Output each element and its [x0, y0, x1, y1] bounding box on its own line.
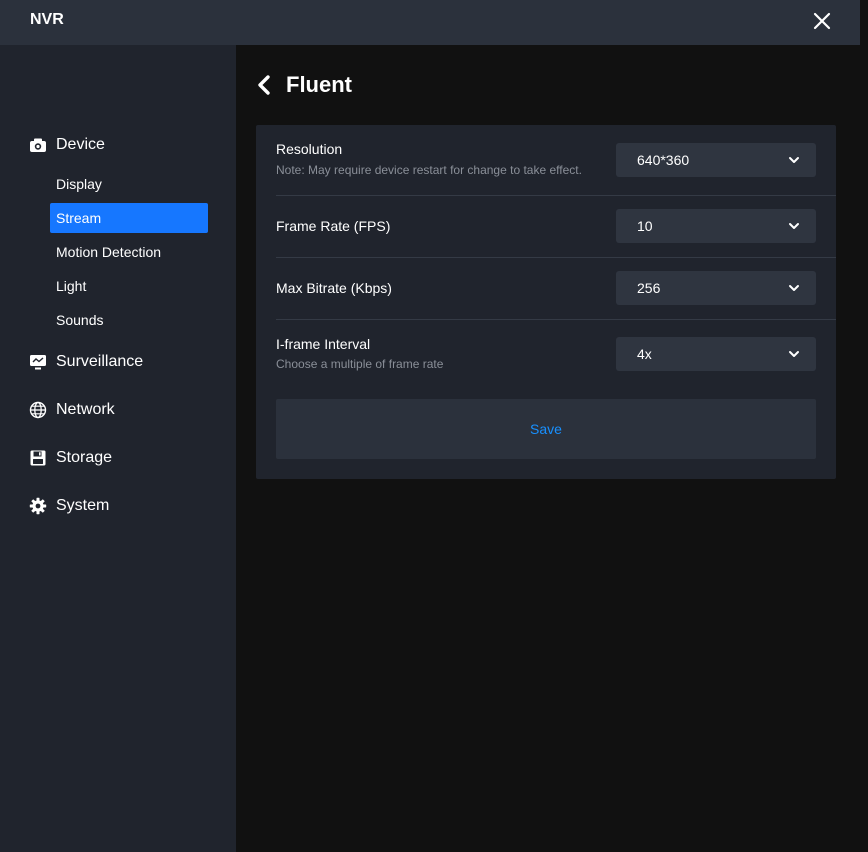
- chevron-down-icon: [789, 285, 799, 291]
- chevron-down-icon: [789, 223, 799, 229]
- sidebar-item-motion-detection[interactable]: Motion Detection: [50, 237, 208, 267]
- app-window: NVR Device Display Stream Motion Detecti…: [0, 0, 868, 852]
- sidebar-item-display[interactable]: Display: [50, 169, 208, 199]
- save-button[interactable]: Save: [276, 399, 816, 459]
- select-value: 256: [637, 280, 661, 296]
- title-bar: NVR: [0, 0, 860, 45]
- setting-note: Note: May require device restart for cha…: [276, 163, 582, 177]
- setting-row-iframe-interval: I-frame Interval Choose a multiple of fr…: [256, 320, 836, 390]
- setting-note: Choose a multiple of frame rate: [276, 357, 444, 371]
- select-value: 4x: [637, 346, 652, 362]
- gear-icon: [28, 496, 48, 516]
- setting-label: Max Bitrate (Kbps): [276, 280, 392, 296]
- monitor-icon: [28, 352, 48, 372]
- sidebar-section-device[interactable]: Device: [28, 133, 105, 157]
- close-button[interactable]: [810, 9, 834, 33]
- setting-row-frame-rate: Frame Rate (FPS) 10: [256, 196, 836, 258]
- camera-icon: [28, 135, 48, 155]
- sidebar-item-light[interactable]: Light: [50, 271, 208, 301]
- floppy-disk-icon: [28, 448, 48, 468]
- app-title: NVR: [30, 11, 64, 28]
- sidebar-section-surveillance[interactable]: Surveillance: [28, 350, 143, 374]
- setting-label: Frame Rate (FPS): [276, 218, 391, 234]
- sidebar-item-stream[interactable]: Stream: [50, 203, 208, 233]
- sidebar-section-label: Network: [56, 401, 115, 418]
- max-bitrate-select[interactable]: 256: [616, 271, 816, 305]
- sidebar-section-label: System: [56, 497, 110, 514]
- select-value: 10: [637, 218, 653, 234]
- frame-rate-select[interactable]: 10: [616, 209, 816, 243]
- chevron-down-icon: [789, 157, 799, 163]
- sidebar-section-label: Storage: [56, 449, 113, 466]
- sidebar-item-sounds[interactable]: Sounds: [50, 305, 208, 335]
- sidebar-section-label: Device: [56, 136, 105, 153]
- select-value: 640*360: [637, 152, 690, 168]
- sidebar-section-label: Surveillance: [56, 353, 144, 370]
- chevron-down-icon: [789, 351, 799, 357]
- page-title: Fluent: [286, 72, 352, 97]
- sidebar-section-system[interactable]: System: [28, 494, 109, 518]
- setting-label: Resolution: [276, 141, 343, 157]
- globe-icon: [28, 400, 48, 420]
- iframe-interval-select[interactable]: 4x: [616, 337, 816, 371]
- back-button[interactable]: Fluent: [256, 71, 352, 99]
- chevron-left-icon[interactable]: [256, 71, 276, 99]
- close-icon[interactable]: [810, 9, 834, 33]
- stream-settings-panel: Resolution Note: May require device rest…: [256, 125, 836, 479]
- setting-row-max-bitrate: Max Bitrate (Kbps) 256: [256, 258, 836, 320]
- sidebar-section-network[interactable]: Network: [28, 398, 115, 422]
- setting-row-resolution: Resolution Note: May require device rest…: [256, 125, 836, 195]
- resolution-select[interactable]: 640*360: [616, 143, 816, 177]
- sidebar-section-storage[interactable]: Storage: [28, 446, 112, 470]
- setting-label: I-frame Interval: [276, 336, 371, 352]
- sidebar: Device Display Stream Motion Detection L…: [0, 45, 236, 852]
- main-content: Fluent Resolution Note: May require devi…: [236, 45, 860, 852]
